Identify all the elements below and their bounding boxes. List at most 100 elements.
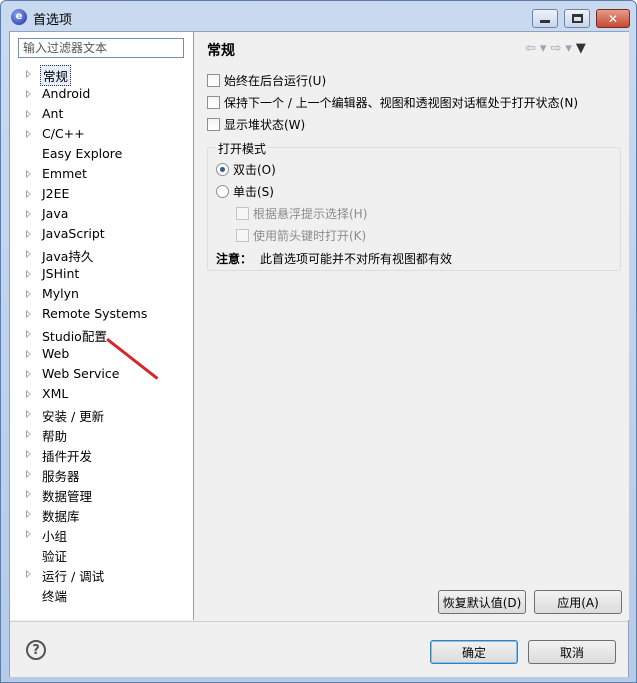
option-show-heap-status[interactable]: 显示堆状态(W) (207, 114, 305, 134)
tree-item[interactable]: JSHint (10, 264, 190, 284)
tree-item-label: C/C++ (42, 126, 85, 141)
expand-arrow-icon[interactable] (26, 530, 31, 538)
expand-arrow-icon[interactable] (26, 190, 31, 198)
expand-arrow-icon[interactable] (26, 330, 31, 338)
tree-item[interactable]: 数据管理 (10, 484, 190, 504)
minimize-button[interactable] (532, 9, 558, 28)
checkbox[interactable] (207, 95, 220, 109)
radio-button[interactable] (216, 162, 229, 176)
tree-item-label: JSHint (42, 266, 80, 281)
forward-arrow-icon[interactable]: ⇨ (550, 41, 561, 56)
tree-item[interactable]: 验证 (10, 544, 190, 564)
checkbox[interactable] (236, 206, 249, 220)
option-hover-select[interactable]: 根据悬浮提示选择(H) (236, 203, 367, 223)
radio-button[interactable] (216, 184, 229, 198)
tree-item[interactable]: Studio配置 (10, 324, 190, 344)
expand-arrow-icon[interactable] (26, 430, 31, 438)
expand-arrow-icon[interactable] (26, 570, 31, 578)
help-icon[interactable]: ? (26, 640, 46, 660)
group-title: 打开模式 (216, 140, 269, 157)
tree-item[interactable]: Android (10, 84, 190, 104)
expand-arrow-icon[interactable] (26, 510, 31, 518)
option-label: 显示堆状态(W) (224, 117, 306, 132)
checkbox[interactable] (236, 228, 249, 242)
expand-arrow-icon[interactable] (26, 390, 31, 398)
preferences-window: e 首选项 ✕ 常规AndroidAnt C/C++ Easy ExploreEmm… (0, 0, 637, 683)
tree-item[interactable]: 运行 / 调试 (10, 564, 190, 584)
close-button[interactable]: ✕ (596, 9, 630, 28)
option-label: 使用箭头键时打开(K) (253, 228, 367, 243)
eclipse-icon: e (11, 9, 27, 25)
tree-item[interactable]: JavaScript (10, 224, 190, 244)
checkbox[interactable] (207, 117, 220, 131)
option-arrow-open[interactable]: 使用箭头键时打开(K) (236, 225, 366, 245)
minimize-icon (540, 20, 550, 23)
tree-item-label: J2EE (42, 186, 70, 201)
cancel-button[interactable]: 取消 (528, 640, 616, 664)
tree-item[interactable]: 小组 (10, 524, 190, 544)
tree-item[interactable]: J2EE (10, 184, 190, 204)
tree-item-label: Web Service (42, 366, 120, 381)
tree-item[interactable]: Web Service (10, 364, 190, 384)
expand-arrow-icon[interactable] (26, 350, 31, 358)
open-mode-group: 打开模式 双击(O) 单击(S) 根据悬浮提示选择(H) 使用箭头键时打开(K) (207, 140, 621, 271)
close-icon: ✕ (607, 11, 619, 26)
tree-item-label: 帮助 (42, 429, 68, 444)
expand-arrow-icon[interactable] (26, 70, 31, 78)
filter-input[interactable] (18, 38, 184, 58)
expand-arrow-icon[interactable] (26, 310, 31, 318)
expand-arrow-icon[interactable] (26, 110, 31, 118)
apply-button[interactable]: 应用(A) (534, 590, 622, 614)
expand-arrow-icon[interactable] (26, 230, 31, 238)
expand-arrow-icon[interactable] (26, 130, 31, 138)
tree-item[interactable]: 安装 / 更新 (10, 404, 190, 424)
radio-single-click[interactable]: 单击(S) (216, 181, 274, 201)
tree-item[interactable]: 常规 (10, 64, 190, 86)
expand-arrow-icon[interactable] (26, 490, 31, 498)
forward-menu-icon[interactable]: ▾ (565, 41, 572, 56)
expand-arrow-icon[interactable] (26, 270, 31, 278)
restore-defaults-button[interactable]: 恢复默认值(D) (438, 590, 526, 614)
tree-item[interactable]: Mylyn (10, 284, 190, 304)
expand-arrow-icon[interactable] (26, 410, 31, 418)
tree-item[interactable]: Ant (10, 104, 190, 124)
tree-item[interactable]: 插件开发 (10, 444, 190, 464)
checkbox[interactable] (207, 73, 220, 87)
tree-item[interactable]: XML (10, 384, 190, 404)
back-arrow-icon[interactable]: ⇦ (525, 41, 536, 56)
tree-item[interactable]: Emmet (10, 164, 190, 184)
expand-arrow-icon[interactable] (26, 450, 31, 458)
maximize-icon (571, 14, 583, 23)
expand-arrow-icon[interactable] (26, 470, 31, 478)
tree-item[interactable]: Web (10, 344, 190, 364)
tree-item-label: 常规 (40, 65, 72, 86)
view-menu-icon[interactable]: ▼ (576, 41, 586, 56)
radio-double-click[interactable]: 双击(O) (216, 159, 276, 179)
tree-item[interactable]: 终端 (10, 584, 190, 604)
expand-arrow-icon[interactable] (26, 90, 31, 98)
expand-arrow-icon[interactable] (26, 170, 31, 178)
ok-button[interactable]: 确定 (430, 640, 518, 664)
back-menu-icon[interactable]: ▾ (540, 41, 547, 56)
window-title: 首选项 (33, 13, 73, 28)
note: 注意： 此首选项可能并不对所有视图都有效 (216, 250, 452, 267)
expand-arrow-icon[interactable] (26, 290, 31, 298)
tree-item[interactable]: C/C++ (10, 124, 190, 144)
note-text: 此首选项可能并不对所有视图都有效 (260, 252, 453, 266)
tree-item-label: Java (42, 206, 69, 221)
option-background-run[interactable]: 始终在后台运行(U) (207, 70, 326, 90)
expand-arrow-icon[interactable] (26, 370, 31, 378)
tree-item[interactable]: 帮助 (10, 424, 190, 444)
tree-item[interactable]: Remote Systems (10, 304, 190, 324)
tree-item-label: Studio配置 (42, 329, 107, 344)
tree-item[interactable]: 服务器 (10, 464, 190, 484)
option-keep-next-prev-open[interactable]: 保持下一个 / 上一个编辑器、视图和透视图对话框处于打开状态(N) (207, 92, 578, 112)
tree-item[interactable]: Java持久 (10, 244, 190, 264)
tree-item[interactable]: Easy Explore (10, 144, 190, 164)
tree-item-label: Web (42, 346, 70, 361)
tree-item[interactable]: 数据库 (10, 504, 190, 524)
tree-item[interactable]: Java (10, 204, 190, 224)
expand-arrow-icon[interactable] (26, 210, 31, 218)
expand-arrow-icon[interactable] (26, 250, 31, 258)
maximize-button[interactable] (564, 9, 590, 28)
